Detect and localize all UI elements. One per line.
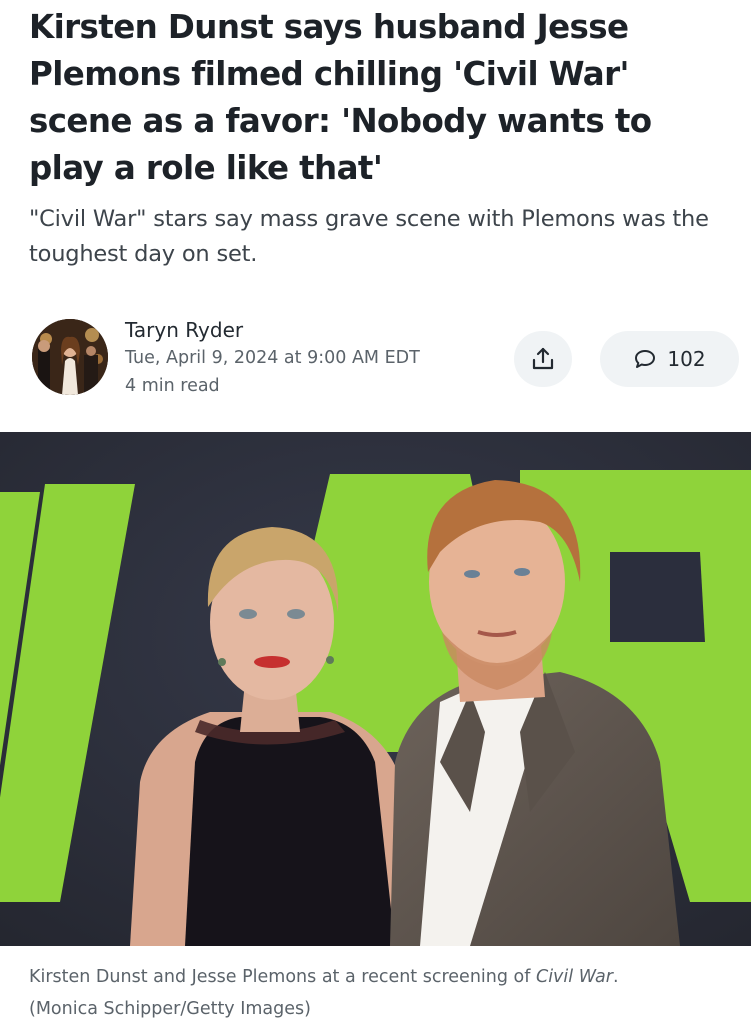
photo-credit: (Monica Schipper/Getty Images) bbox=[29, 999, 311, 1019]
hero-photo bbox=[0, 432, 751, 946]
author-avatar[interactable] bbox=[32, 319, 108, 395]
comment-count: 102 bbox=[667, 347, 706, 371]
caption-suffix: . bbox=[612, 967, 619, 987]
share-button[interactable] bbox=[514, 331, 572, 387]
article-headline: Kirsten Dunst says husband Jesse Plemons… bbox=[29, 8, 652, 187]
read-time: 4 min read bbox=[125, 376, 220, 396]
share-icon bbox=[532, 347, 554, 370]
comment-icon bbox=[635, 350, 656, 368]
caption-movie-title: Civil War bbox=[535, 967, 613, 987]
publish-date: Tue, April 9, 2024 at 9:00 AM EDT bbox=[125, 348, 420, 368]
author-name[interactable]: Taryn Ryder bbox=[125, 316, 243, 344]
caption-text: Kirsten Dunst and Jesse Plemons at a rec… bbox=[29, 967, 536, 987]
article-subhead: "Civil War" stars say mass grave scene w… bbox=[29, 206, 709, 267]
comments-button[interactable]: 102 bbox=[600, 331, 739, 387]
image-caption: Kirsten Dunst and Jesse Plemons at a rec… bbox=[29, 961, 741, 1024]
hero-image[interactable] bbox=[0, 432, 751, 946]
author-avatar-photo bbox=[32, 319, 108, 395]
